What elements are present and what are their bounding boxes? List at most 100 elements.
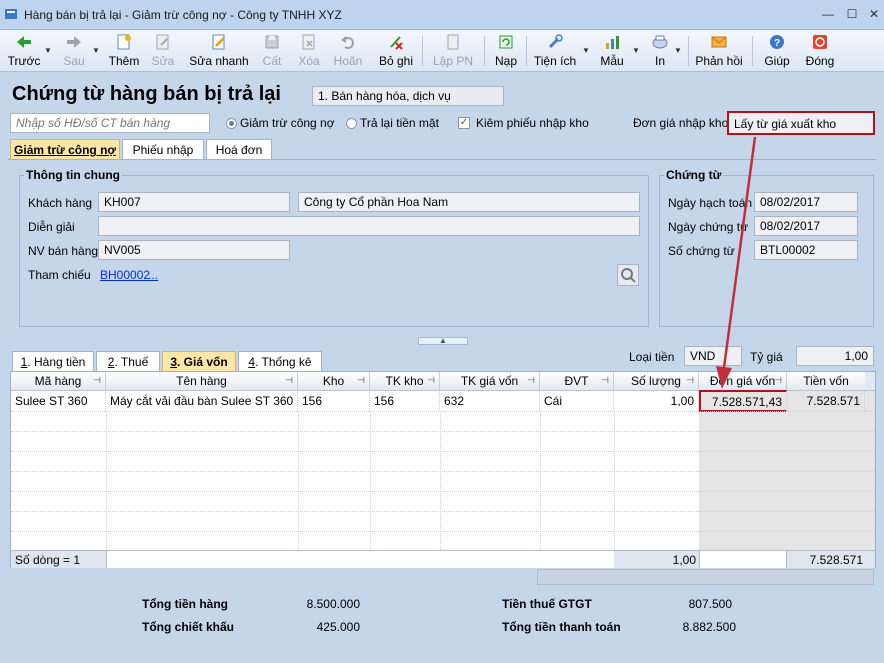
- save-icon: [265, 35, 279, 49]
- pin-icon[interactable]: ⊣: [93, 375, 101, 386]
- cell-cost-amount[interactable]: 7.528.571: [787, 391, 865, 411]
- col-header-item-name-text: Tên hàng: [176, 374, 227, 388]
- col-header-cost-amount[interactable]: Tiền vốn: [787, 372, 865, 391]
- total-goods-value: 8.500.000: [306, 597, 360, 611]
- pin-icon[interactable]: ⊣: [285, 375, 293, 386]
- cell-warehouse[interactable]: 156: [298, 391, 370, 411]
- tab-receipt[interactable]: Phiếu nhập: [122, 139, 204, 159]
- reference-more-link[interactable]: ...: [148, 268, 158, 282]
- template-button[interactable]: Mẫu: [596, 32, 628, 70]
- template-dropdown-icon[interactable]: ▼: [632, 46, 640, 55]
- radio-reduce-debt[interactable]: [226, 118, 237, 129]
- pin-icon[interactable]: ⊣: [527, 375, 535, 386]
- create-receipt-button[interactable]: Lập PN: [430, 32, 476, 70]
- exchange-rate-field[interactable]: 1,00: [796, 346, 874, 366]
- add-label: Thêm: [108, 54, 140, 68]
- undo-button[interactable]: Hoãn: [332, 32, 364, 70]
- col-header-quantity[interactable]: Số lượng ⊣: [614, 372, 699, 391]
- tab-goods-money[interactable]: 1. Hàng tiền: [12, 351, 94, 371]
- col-header-unit[interactable]: ĐVT ⊣: [540, 372, 614, 391]
- refresh-button[interactable]: Nạp: [490, 32, 522, 70]
- next-dropdown-icon[interactable]: ▼: [92, 46, 100, 55]
- col-header-item-code[interactable]: Mã hàng ⊣: [11, 372, 106, 391]
- save-label: Cất: [262, 54, 282, 68]
- toolbar-separator: [484, 36, 485, 66]
- grid-col-divider: [106, 411, 107, 550]
- cell-item-name[interactable]: Máy cắt vải đầu bàn Sulee ST 360: [106, 391, 298, 411]
- grid-col-divider: [614, 411, 615, 550]
- prev-button[interactable]: Trước: [6, 32, 42, 70]
- col-header-warehouse[interactable]: Kho ⊣: [298, 372, 370, 391]
- help-icon: ?: [770, 35, 784, 49]
- cell-warehouse-account[interactable]: 156: [370, 391, 440, 411]
- tab-reduce-debt[interactable]: Giảm trừ công nợ: [10, 139, 120, 159]
- col-header-warehouse-account[interactable]: TK kho ⊣: [370, 372, 440, 391]
- unpost-button[interactable]: Bỏ ghi: [376, 32, 416, 70]
- utilities-dropdown-icon[interactable]: ▼: [582, 46, 590, 55]
- cell-unit[interactable]: Cái: [540, 391, 614, 411]
- voucher-type-select[interactable]: 1. Bán hàng hóa, dịch vụ: [312, 86, 504, 106]
- window-close-button[interactable]: ✕: [864, 8, 884, 22]
- receipt-checkbox[interactable]: ✓: [458, 117, 470, 129]
- close-icon: [813, 35, 827, 49]
- unit-price-select[interactable]: Lấy từ giá xuất kho: [727, 111, 875, 135]
- reference-link[interactable]: BH00002: [100, 268, 150, 282]
- sales-staff-field[interactable]: NV005: [98, 240, 290, 260]
- feedback-button[interactable]: Phản hồi: [694, 32, 744, 70]
- pin-icon[interactable]: ⊣: [686, 375, 694, 386]
- cell-item-code[interactable]: Sulee ST 360: [11, 391, 106, 411]
- posting-date-field[interactable]: 08/02/2017: [754, 192, 858, 212]
- horizontal-scrollbar[interactable]: [537, 569, 874, 585]
- footer-blank-cost: [699, 551, 787, 568]
- print-dropdown-icon[interactable]: ▼: [674, 46, 682, 55]
- voucher-group-title: Chứng từ: [664, 168, 724, 182]
- quick-edit-button[interactable]: Sửa nhanh: [188, 32, 250, 70]
- voucher-date-field[interactable]: 08/02/2017: [754, 216, 858, 236]
- header-filler: [865, 372, 875, 391]
- tab-statistics[interactable]: 4. Thống kê: [238, 351, 322, 371]
- search-invoice-input[interactable]: [10, 113, 210, 133]
- tab-invoice[interactable]: Hoá đơn: [206, 139, 272, 159]
- tab-tax[interactable]: 2. Thuế: [96, 351, 160, 371]
- edit-button[interactable]: Sửa: [148, 32, 178, 70]
- footer-blank: [106, 551, 614, 568]
- arrow-left-icon: [17, 36, 31, 48]
- col-header-cost-account[interactable]: TK giá vốn ⊣: [440, 372, 540, 391]
- customer-name-field[interactable]: Công ty Cổ phần Hoa Nam: [298, 192, 640, 212]
- pin-icon[interactable]: ⊣: [774, 375, 782, 386]
- tab-cost-price[interactable]: 3. Giá vốn: [162, 351, 236, 371]
- description-field[interactable]: [98, 216, 640, 236]
- print-button[interactable]: In: [646, 32, 674, 70]
- utilities-label: Tiện ích: [533, 54, 577, 68]
- panel-splitter[interactable]: ▲: [418, 337, 468, 345]
- voucher-no-field[interactable]: BTL00002: [754, 240, 858, 260]
- next-label: Sau: [63, 54, 85, 68]
- delete-button[interactable]: Xóa: [294, 32, 324, 70]
- window-titlebar: Hàng bán bị trả lại - Giảm trừ công nợ -…: [0, 0, 884, 30]
- customer-code-field[interactable]: KH007: [98, 192, 290, 212]
- pin-icon[interactable]: ⊣: [601, 375, 609, 386]
- pin-icon[interactable]: ⊣: [357, 375, 365, 386]
- vat-value: 807.500: [688, 597, 732, 611]
- cell-unit-cost[interactable]: 7.528.571,43: [699, 390, 787, 412]
- maximize-button[interactable]: ☐: [842, 8, 862, 22]
- pin-icon[interactable]: ⊣: [427, 375, 435, 386]
- radio-cash-refund[interactable]: [346, 118, 357, 129]
- add-button[interactable]: Thêm: [106, 32, 142, 70]
- cell-cost-account[interactable]: 632: [440, 391, 540, 411]
- total-discount-label: Tổng chiết khấu: [142, 620, 235, 634]
- save-button[interactable]: Cất: [258, 32, 286, 70]
- minimize-button[interactable]: —: [818, 8, 838, 22]
- currency-select[interactable]: VND: [684, 346, 742, 366]
- undo-label: Hoãn: [333, 54, 363, 68]
- col-header-unit-cost[interactable]: Đơn giá vốn ⊣: [699, 372, 787, 391]
- lookup-button[interactable]: [617, 264, 639, 286]
- next-button[interactable]: Sau: [58, 32, 90, 70]
- col-header-item-name[interactable]: Tên hàng ⊣: [106, 372, 298, 391]
- help-button[interactable]: ? Giúp: [760, 32, 794, 70]
- prev-dropdown-icon[interactable]: ▼: [44, 46, 52, 55]
- cell-quantity[interactable]: 1,00: [614, 391, 699, 411]
- close-button[interactable]: Đóng: [802, 32, 838, 70]
- print-icon: [652, 35, 668, 49]
- utilities-button[interactable]: Tiện ích: [532, 32, 578, 70]
